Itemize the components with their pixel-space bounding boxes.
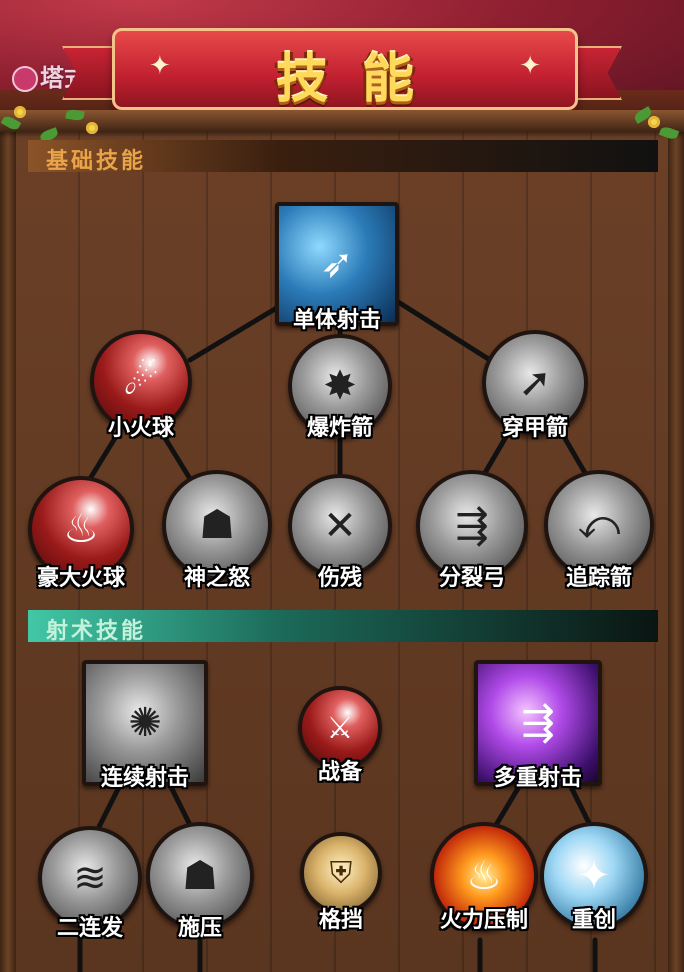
skill-label: 连续射击 — [100, 766, 189, 791]
skill-label: 单体射击 — [292, 308, 381, 333]
skill-single-shot[interactable]: ➶ 单体射击 — [275, 202, 399, 333]
skill-multi-shot[interactable]: ⇶ 多重射击 — [474, 660, 602, 791]
skill-label: 追踪箭 — [565, 566, 632, 591]
skill-piercing-arrow[interactable]: ➚ 穿甲箭 — [482, 330, 588, 441]
skill-label: 重创 — [571, 908, 616, 933]
skill-pressure[interactable]: ☗ 施压 — [146, 822, 254, 941]
skill-small-fireball[interactable]: ☄ 小火球 — [90, 330, 192, 441]
skill-label: 多重射击 — [493, 766, 582, 791]
skill-tracking-arrow[interactable]: ⤺ 追踪箭 — [544, 470, 654, 591]
skill-label: 爆炸箭 — [306, 416, 373, 441]
skill-block[interactable]: ⛨ 格挡 — [300, 832, 382, 933]
skill-rapid-shot[interactable]: ✺ 连续射击 — [82, 660, 208, 791]
skill-heavy-wound[interactable]: ✦ 重创 — [540, 822, 648, 933]
skill-battle-ready[interactable]: ⚔ 战备 — [298, 686, 382, 785]
skill-explosive-arrow[interactable]: ✸ 爆炸箭 — [288, 334, 392, 441]
skill-label: 战备 — [317, 760, 362, 785]
skill-label: 小火球 — [107, 416, 174, 441]
skill-big-fireball[interactable]: ♨ 豪大火球 — [28, 476, 134, 591]
skill-label: 穿甲箭 — [501, 416, 568, 441]
